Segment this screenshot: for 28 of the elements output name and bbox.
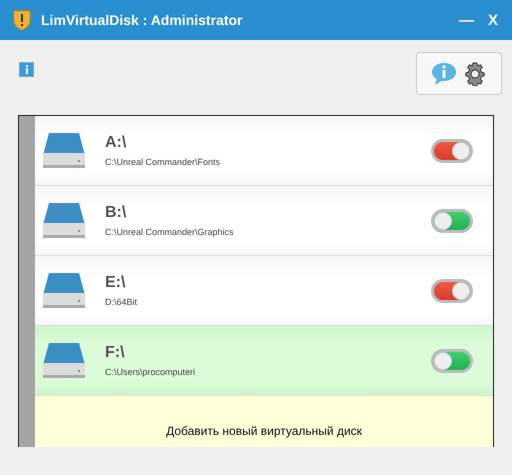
disk-row[interactable]: E:\ D:\64Bit [35, 256, 493, 326]
hard-drive-icon [41, 340, 87, 380]
drive-path: C:\Unreal Commander\Graphics [105, 227, 235, 237]
toggle-switch[interactable] [431, 208, 473, 232]
toggle-switch[interactable] [431, 138, 473, 162]
close-button[interactable]: X [488, 12, 498, 28]
disk-row[interactable]: B:\ C:\Unreal Commander\Graphics [35, 186, 493, 256]
drive-path: D:\64Bit [105, 297, 138, 307]
hard-drive-icon [41, 130, 87, 170]
disk-row[interactable]: A:\ C:\Unreal Commander\Fonts [35, 116, 493, 186]
disk-row[interactable]: F:\ C:\Users\procomputeri [35, 326, 493, 396]
drive-letter: A:\ [105, 134, 128, 152]
hard-drive-icon [41, 200, 87, 240]
drive-path: C:\Users\procomputeri [105, 367, 196, 377]
toggle-switch[interactable] [431, 278, 473, 302]
window-title: LimVirtualDisk : Administrator [41, 12, 244, 28]
toggle-switch[interactable] [431, 348, 473, 372]
drive-path: C:\Unreal Commander\Fonts [105, 157, 222, 167]
drive-letter: B:\ [105, 204, 128, 222]
info-icon[interactable] [431, 62, 457, 86]
shield-icon [13, 9, 31, 31]
drive-letter: F:\ [105, 344, 126, 362]
hard-drive-icon [41, 270, 87, 310]
info-icon[interactable] [19, 62, 34, 77]
add-disk-button[interactable]: Добавить новый виртуальный диск [35, 396, 493, 447]
drive-letter: E:\ [105, 274, 126, 292]
minimize-button[interactable]: — [458, 12, 474, 28]
settings-icon[interactable] [463, 62, 487, 86]
